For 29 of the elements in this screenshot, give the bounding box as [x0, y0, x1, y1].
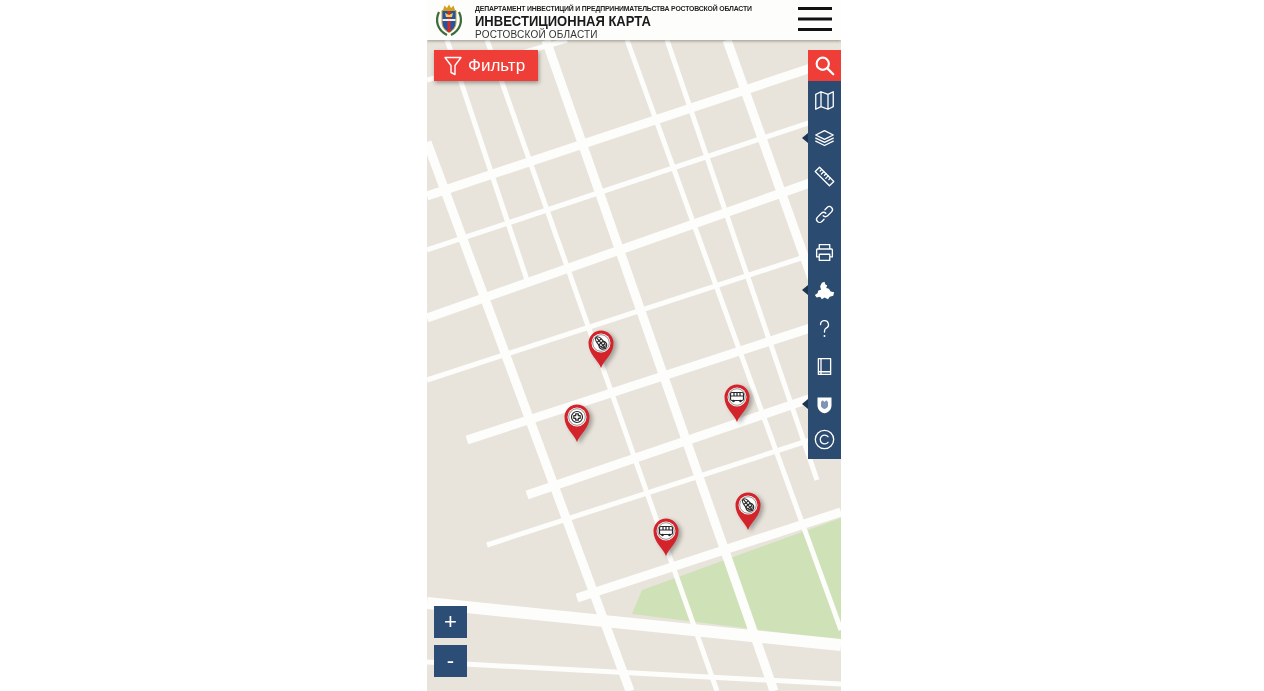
medical-cross-icon: [567, 407, 587, 427]
map-icon: [814, 89, 835, 111]
zoom-out-button[interactable]: -: [434, 645, 467, 677]
filter-button[interactable]: Фильтр: [434, 50, 539, 81]
map-pin[interactable]: [587, 329, 615, 369]
department-name: ДЕПАРТАМЕНТ ИНВЕСТИЦИЙ И ПРЕДПРИНИМАТЕЛЬСТВА РОСТОВСКОЙ ОБЛАСТИ: [475, 4, 752, 13]
search-button[interactable]: [808, 50, 841, 81]
menu-button[interactable]: [798, 7, 832, 31]
zoom-in-button[interactable]: +: [434, 606, 467, 638]
menu-icon: [798, 7, 832, 31]
corn-icon: [591, 333, 611, 353]
coat-of-arms-icon: [434, 4, 464, 36]
filter-icon: [444, 55, 462, 76]
app-title: ИНВЕСТИЦИОННАЯ КАРТА: [475, 13, 651, 29]
bus-icon: [656, 521, 676, 541]
map-pin[interactable]: [652, 517, 680, 557]
region-shape-icon: [814, 279, 835, 301]
search-icon: [814, 55, 835, 76]
link-icon: [814, 203, 835, 225]
app-subtitle: РОСТОВСКОЙ ОБЛАСТИ: [475, 29, 598, 40]
printer-icon: [814, 241, 835, 263]
bus-icon: [727, 387, 747, 407]
map-pin[interactable]: [734, 491, 762, 531]
ruler-icon: [814, 165, 835, 187]
copyright-icon: [814, 428, 835, 450]
corn-icon: [738, 495, 758, 515]
layers-icon: [814, 127, 835, 149]
map-pin[interactable]: [563, 403, 591, 443]
map-pin[interactable]: [723, 383, 751, 423]
